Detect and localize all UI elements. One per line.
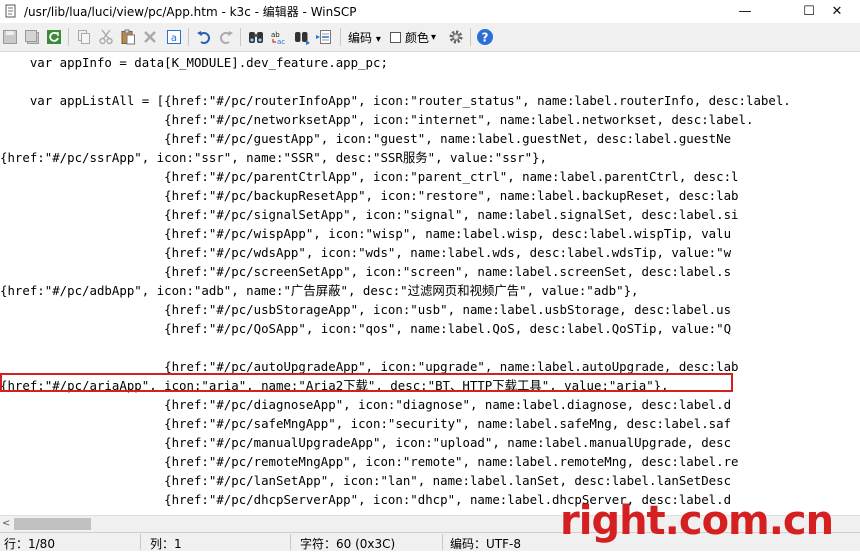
gear-icon — [449, 30, 463, 44]
select-all-button[interactable]: a — [164, 27, 184, 47]
code-line: {href:"#/pc/QoSApp", icon:"qos", name:la… — [0, 321, 732, 336]
find-next-icon — [295, 32, 310, 45]
cut-icon — [99, 29, 113, 45]
code-line: {href:"#/pc/wispApp", icon:"wisp", name:… — [0, 226, 732, 241]
code-editor[interactable]: var appInfo = data[K_MODULE].dev_feature… — [0, 52, 860, 515]
code-line: {href:"#/pc/diagnoseApp", icon:"diagnose… — [0, 397, 732, 412]
select-all-icon: a — [167, 30, 181, 44]
status-encoding: 编码：UTF-8 — [450, 537, 521, 551]
code-line: {href:"#/pc/parentCtrlApp", icon:"parent… — [0, 169, 739, 184]
status-character: 字符：60 (0x3C) — [300, 537, 396, 551]
toolbar-separator — [188, 28, 189, 46]
toolbar-separator — [240, 28, 241, 46]
code-line: {href:"#/pc/wdsApp", icon:"wds", name:la… — [0, 245, 732, 260]
code-line: {href:"#/pc/safeMngApp", icon:"security"… — [0, 416, 732, 431]
code-line: var appListAll = [{href:"#/pc/routerInfo… — [0, 93, 791, 108]
save-icon — [3, 30, 17, 44]
code-line: {href:"#/pc/guestApp", icon:"guest", nam… — [0, 131, 732, 146]
status-separator — [290, 534, 291, 550]
redo-button[interactable] — [216, 27, 236, 47]
status-separator — [442, 534, 443, 550]
watermark-text: right.com.cn — [560, 498, 834, 544]
color-label: 颜色 — [405, 31, 430, 45]
save-all-icon — [25, 30, 39, 44]
copy-button[interactable] — [74, 27, 94, 47]
encoding-label: 编码 — [348, 31, 373, 45]
code-line: {href:"#/pc/adbApp", icon:"adb", name:"广… — [0, 283, 639, 298]
status-line: 行：1/80 — [4, 537, 55, 551]
delete-icon — [144, 31, 156, 43]
chevron-down-icon: ▾ — [375, 34, 381, 45]
window-title: /usr/lib/lua/luci/view/pc/App.htm - k3c … — [24, 5, 357, 19]
help-icon: ? — [477, 29, 493, 45]
scroll-left-arrow-icon[interactable]: < — [2, 518, 10, 529]
editor-toolbar: a ab ac 编码 ▾ 颜色 ▾ ? — [0, 23, 860, 52]
cut-button[interactable] — [96, 27, 116, 47]
scrollbar-thumb[interactable] — [14, 518, 91, 530]
replace-icon: abac — [271, 31, 285, 45]
paste-button[interactable] — [118, 27, 138, 47]
toolbar-separator — [340, 28, 341, 46]
settings-button[interactable] — [446, 27, 466, 47]
undo-icon — [197, 31, 210, 44]
chevron-down-icon: ▾ — [431, 32, 437, 43]
code-line: {href:"#/pc/screenSetApp", icon:"screen"… — [0, 264, 732, 279]
find-next-button[interactable] — [292, 27, 312, 47]
paste-icon — [121, 29, 135, 45]
status-separator — [140, 534, 141, 550]
title-bar: /usr/lib/lua/luci/view/pc/App.htm - k3c … — [0, 0, 860, 22]
code-line: {href:"#/pc/backupResetApp", icon:"resto… — [0, 188, 739, 203]
reload-icon — [47, 30, 61, 44]
toolbar-separator — [470, 28, 471, 46]
code-line: {href:"#/pc/remoteMngApp", icon:"remote"… — [0, 454, 739, 469]
svg-text:a: a — [171, 33, 177, 44]
toolbar-separator — [68, 28, 69, 46]
document-icon — [5, 4, 16, 18]
save-all-button[interactable] — [22, 27, 42, 47]
goto-line-button[interactable] — [314, 27, 334, 47]
code-line: {href:"#/pc/manualUpgradeApp", icon:"upl… — [0, 435, 732, 450]
status-column: 列：1 — [150, 537, 182, 551]
svg-text:?: ? — [482, 31, 489, 45]
code-line: {href:"#/pc/usbStorageApp", icon:"usb", … — [0, 302, 732, 317]
undo-button[interactable] — [194, 27, 214, 47]
copy-icon — [78, 30, 90, 44]
color-menu[interactable]: 颜色 ▾ — [390, 29, 436, 46]
svg-text:ac: ac — [277, 38, 285, 45]
redo-icon — [220, 31, 233, 44]
delete-button[interactable] — [140, 27, 160, 47]
replace-button[interactable]: ab ac — [268, 27, 288, 47]
goto-line-icon — [316, 30, 331, 44]
minimize-button[interactable]: — — [722, 0, 768, 22]
save-button[interactable] — [0, 27, 20, 47]
find-icon — [249, 32, 263, 43]
find-button[interactable] — [246, 27, 266, 47]
code-line: {href:"#/pc/ssrApp", icon:"ssr", name:"S… — [0, 150, 547, 165]
code-line: {href:"#/pc/networksetApp", icon:"intern… — [0, 112, 754, 127]
encoding-menu[interactable]: 编码 ▾ — [348, 29, 381, 46]
code-line: {href:"#/pc/signalSetApp", icon:"signal"… — [0, 207, 739, 222]
color-swatch — [390, 32, 401, 43]
reload-button[interactable] — [44, 27, 64, 47]
close-button[interactable]: ✕ — [814, 0, 860, 22]
highlight-box — [0, 373, 733, 392]
code-line: {href:"#/pc/lanSetApp", icon:"lan", name… — [0, 473, 732, 488]
code-line: var appInfo = data[K_MODULE].dev_feature… — [0, 55, 388, 70]
help-button[interactable]: ? — [475, 27, 495, 47]
